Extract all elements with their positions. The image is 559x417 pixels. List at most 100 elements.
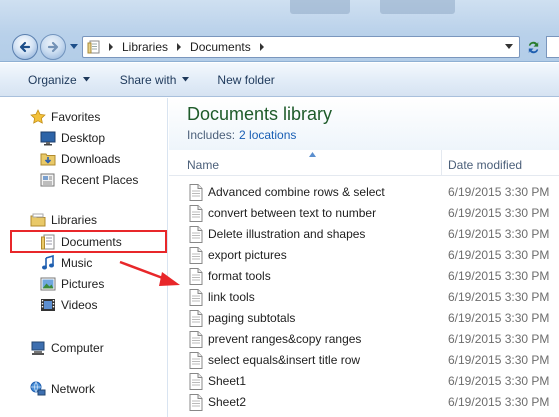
locations-link[interactable]: 2 locations [239, 128, 296, 142]
organize-label: Organize [28, 72, 77, 87]
file-date: 6/19/2015 3:30 PM [448, 269, 550, 283]
file-row[interactable]: format tools 6/19/2015 3:30 PM [169, 266, 559, 287]
address-history-dropdown[interactable] [499, 37, 519, 57]
window-title-bar: Libraries Documents [0, 0, 559, 62]
documents-highlight-box [10, 230, 167, 253]
address-bar[interactable]: Libraries Documents [82, 36, 520, 58]
library-header: Documents library Includes: 2 locations [169, 98, 559, 150]
file-date: 6/19/2015 3:30 PM [448, 248, 550, 262]
text-file-icon [189, 289, 203, 306]
file-date: 6/19/2015 3:30 PM [448, 374, 550, 388]
nav-recent-places[interactable]: Recent Places [40, 170, 138, 190]
search-input[interactable] [546, 36, 559, 58]
back-arrow-icon [19, 41, 31, 53]
library-document-icon [87, 40, 100, 54]
nav-desktop-label: Desktop [61, 131, 106, 145]
file-row[interactable]: prevent ranges&copy ranges 6/19/2015 3:3… [169, 329, 559, 350]
text-file-icon [189, 331, 203, 348]
downloads-folder-icon [40, 151, 56, 167]
file-row[interactable]: Advanced combine rows & select 6/19/2015… [169, 182, 559, 203]
new-folder-label: New folder [217, 72, 275, 87]
file-name: Delete illustration and shapes [208, 227, 366, 241]
file-date: 6/19/2015 3:30 PM [448, 395, 550, 409]
breadcrumb-documents[interactable]: Documents [190, 40, 251, 54]
file-name: paging subtotals [208, 311, 296, 325]
network-globe-icon [30, 381, 46, 397]
libraries-folder-icon [30, 212, 46, 228]
text-file-icon [189, 247, 203, 264]
file-date: 6/19/2015 3:30 PM [448, 290, 550, 304]
blurred-title-fragment [290, 0, 350, 14]
text-file-icon [189, 205, 203, 222]
chevron-down-icon [505, 44, 513, 49]
file-date: 6/19/2015 3:30 PM [448, 311, 550, 325]
file-row[interactable]: export pictures 6/19/2015 3:30 PM [169, 245, 559, 266]
text-file-icon [189, 394, 203, 411]
column-divider[interactable] [441, 150, 442, 176]
music-note-icon [40, 255, 56, 271]
organize-button[interactable]: Organize [20, 68, 98, 92]
annotation-arrow-icon [119, 260, 180, 286]
file-row[interactable]: Sheet1 6/19/2015 3:30 PM [169, 371, 559, 392]
share-with-label: Share with [119, 72, 177, 87]
breadcrumb-libraries[interactable]: Libraries [122, 40, 168, 54]
blurred-title-fragment [380, 0, 455, 14]
nav-pictures[interactable]: Pictures [40, 274, 104, 294]
text-file-icon [189, 352, 203, 369]
file-date: 6/19/2015 3:30 PM [448, 185, 550, 199]
file-date: 6/19/2015 3:30 PM [448, 206, 550, 220]
file-name: prevent ranges&copy ranges [208, 332, 362, 346]
nav-libraries-label: Libraries [51, 213, 98, 227]
video-filmstrip-icon [40, 297, 56, 313]
nav-pictures-label: Pictures [61, 277, 105, 291]
share-with-button[interactable]: Share with [112, 68, 198, 92]
nav-music[interactable]: Music [40, 253, 92, 273]
refresh-button[interactable] [522, 36, 544, 58]
text-file-icon [189, 184, 203, 201]
text-file-icon [189, 268, 203, 285]
nav-libraries[interactable]: Libraries [30, 210, 97, 230]
file-name: Sheet2 [208, 395, 247, 409]
column-headers: Name Date modified [169, 150, 559, 176]
file-list: Advanced combine rows & select 6/19/2015… [169, 182, 559, 413]
breadcrumb-separator-icon[interactable] [258, 43, 266, 51]
nav-computer[interactable]: Computer [30, 338, 104, 358]
chevron-down-icon [82, 77, 90, 82]
file-row[interactable]: link tools 6/19/2015 3:30 PM [169, 287, 559, 308]
file-name: select equals&insert title row [208, 353, 361, 367]
file-name: Sheet1 [208, 374, 247, 388]
library-title: Documents library [187, 104, 333, 124]
column-date-modified-header[interactable]: Date modified [448, 158, 522, 172]
file-row[interactable]: select equals&insert title row 6/19/2015… [169, 350, 559, 371]
text-file-icon [189, 373, 203, 390]
nav-recent-places-label: Recent Places [61, 173, 139, 187]
file-row[interactable]: paging subtotals 6/19/2015 3:30 PM [169, 308, 559, 329]
back-button[interactable] [12, 34, 38, 60]
chevron-down-icon [182, 77, 190, 82]
command-toolbar: Organize Share with New folder [0, 63, 559, 97]
nav-downloads[interactable]: Downloads [40, 149, 120, 169]
forward-button[interactable] [40, 34, 66, 60]
nav-videos[interactable]: Videos [40, 295, 97, 315]
file-name: export pictures [208, 248, 287, 262]
computer-icon [30, 340, 46, 356]
nav-favorites-label: Favorites [51, 110, 101, 124]
file-name: link tools [208, 290, 255, 304]
nav-videos-label: Videos [61, 298, 98, 312]
sort-ascending-icon [309, 152, 316, 157]
nav-desktop[interactable]: Desktop [40, 128, 105, 148]
breadcrumb-separator-icon[interactable] [175, 43, 183, 51]
nav-computer-label: Computer [51, 341, 104, 355]
pictures-icon [40, 276, 56, 292]
nav-favorites[interactable]: Favorites [30, 107, 100, 127]
new-folder-button[interactable]: New folder [209, 68, 282, 92]
recent-pages-dropdown[interactable] [68, 40, 80, 54]
breadcrumb-separator-icon [109, 43, 113, 51]
file-row[interactable]: convert between text to number 6/19/2015… [169, 203, 559, 224]
nav-network[interactable]: Network [30, 379, 95, 399]
nav-music-label: Music [61, 256, 93, 270]
column-name-header[interactable]: Name [187, 158, 219, 172]
file-row[interactable]: Delete illustration and shapes 6/19/2015… [169, 224, 559, 245]
file-row[interactable]: Sheet2 6/19/2015 3:30 PM [169, 392, 559, 413]
nav-network-label: Network [51, 382, 96, 396]
